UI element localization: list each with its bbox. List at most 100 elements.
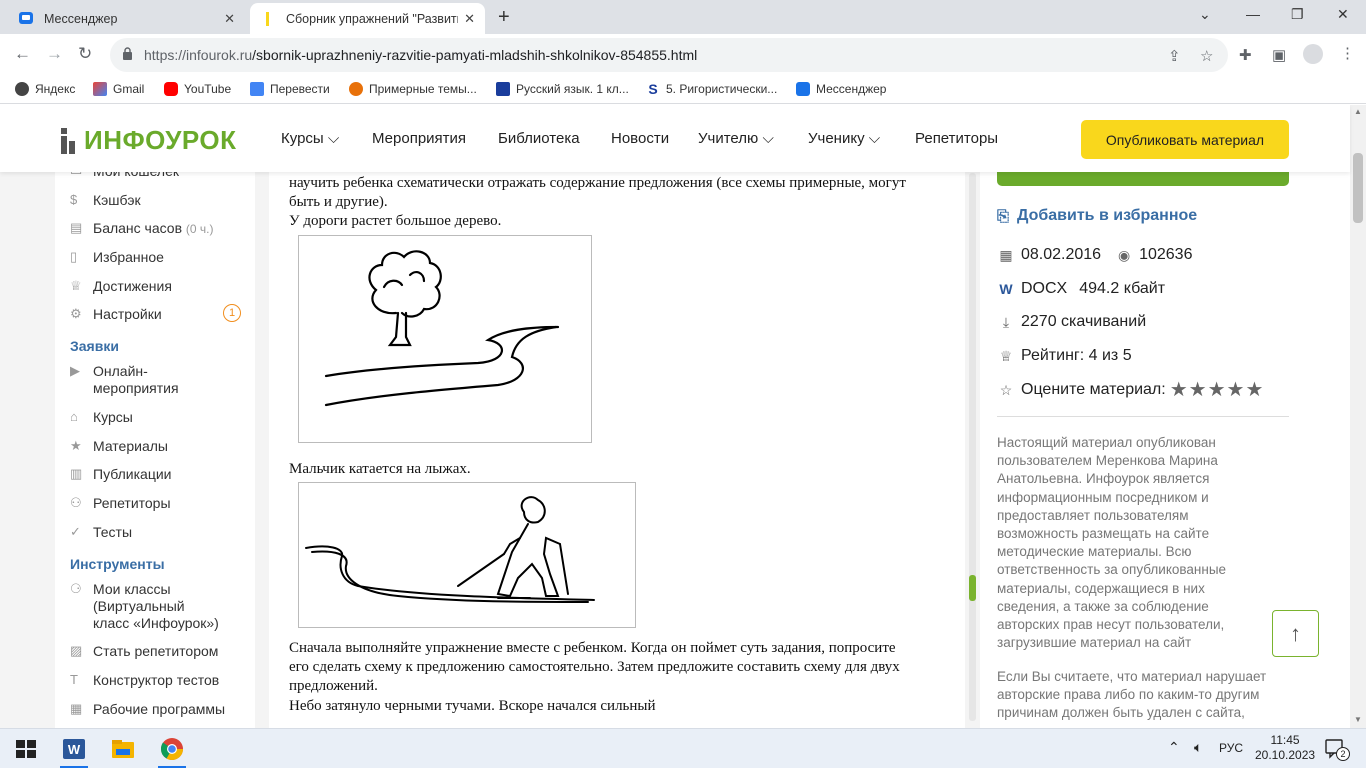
youtube-icon <box>164 82 178 96</box>
menu-tutors[interactable]: Репетиторы <box>915 130 998 147</box>
notifications-icon[interactable]: 2 <box>1324 737 1350 762</box>
menu-student[interactable]: Ученику ⌵ <box>808 130 880 147</box>
extensions-icon[interactable]: ✚ <box>1239 46 1252 64</box>
scroll-down-arrow-icon[interactable]: ▼ <box>1354 715 1362 724</box>
bookmarks-bar: Яндекс Gmail YouTube Перевести Примерные… <box>0 76 1366 104</box>
bookmark-item[interactable]: Яндекс <box>15 82 75 96</box>
tab-infourok[interactable]: Сборник упражнений "Развитие ✕ <box>250 3 485 34</box>
menu-events[interactable]: Мероприятия <box>372 130 466 147</box>
document-scroll-thumb[interactable] <box>969 575 976 601</box>
forward-icon[interactable]: → <box>46 44 63 64</box>
bookmark-label: Gmail <box>113 82 145 96</box>
side-panel-icon[interactable]: ▣ <box>1272 46 1286 64</box>
bookmark-item[interactable]: Примерные темы... <box>349 82 477 96</box>
page-scroll-thumb[interactable] <box>1353 153 1363 223</box>
rating-star-icon[interactable]: ★ <box>1208 380 1226 400</box>
new-tab-icon[interactable]: + <box>498 6 510 29</box>
add-favorite-link[interactable]: ⎘ Добавить в избранное <box>997 207 1197 225</box>
bookmark-item[interactable]: S 5. Ригористически... <box>646 82 777 96</box>
volume-icon[interactable]: 🔈︎ <box>1194 739 1202 756</box>
close-icon[interactable]: ✕ <box>224 11 235 27</box>
rating-star-icon[interactable]: ★ <box>1189 380 1207 400</box>
downloads-count: 2270 скачиваний <box>1021 313 1147 330</box>
sidebar-section-requests: Заявки <box>70 338 119 354</box>
sidebar-section-tools: Инструменты <box>70 556 165 572</box>
bookmark-star-icon[interactable]: ☆ <box>1200 47 1213 65</box>
chevron-down-icon: ⌵ <box>868 130 881 147</box>
rating-star-icon[interactable]: ★ <box>1227 380 1245 400</box>
divider <box>997 416 1289 417</box>
word-icon: W <box>999 281 1013 297</box>
bookmark-item[interactable]: YouTube <box>164 82 231 96</box>
sidebar-item-label: Кэшбэк <box>93 192 141 208</box>
bookmark-item[interactable]: Перевести <box>250 82 330 96</box>
downloads-row: ⤓ 2270 скачиваний <box>997 313 1146 331</box>
restore-icon[interactable]: ❐ <box>1291 6 1304 23</box>
chevron-up-icon[interactable]: ⌃ <box>1168 739 1180 756</box>
browser-tab-bar: Мессенджер ✕ Сборник упражнений "Развити… <box>0 0 1366 34</box>
profile-icon[interactable] <box>1303 44 1323 64</box>
chevron-down-icon: ⌵ <box>762 130 774 147</box>
menu-news[interactable]: Новости <box>611 130 669 147</box>
chevron-down-icon[interactable]: ⌄ <box>1199 6 1211 23</box>
url-field[interactable]: https://infourok.ru/sbornik-uprazhneniy-… <box>110 38 1228 72</box>
window-close-icon[interactable]: ✕ <box>1337 6 1349 23</box>
clock[interactable]: 11:45 20.10.2023 <box>1255 733 1315 763</box>
scroll-to-top-button[interactable]: ↑ <box>1272 610 1319 657</box>
site-logo[interactable]: ИНФОУРОК <box>60 125 237 156</box>
menu-library[interactable]: Библиотека <box>498 130 580 147</box>
clock-date: 20.10.2023 <box>1255 748 1316 762</box>
language-indicator[interactable]: РУС <box>1219 741 1243 755</box>
word-app-icon[interactable]: W <box>61 737 87 761</box>
tab-title: Мессенджер <box>44 11 118 26</box>
rating-row: ♕ Рейтинг: 4 из 5 <box>997 347 1132 365</box>
document-text-line: его сделать схему к предложению самостоя… <box>289 659 900 675</box>
rating-star-icon[interactable]: ★ <box>1170 380 1188 400</box>
file-size: 494.2 кбайт <box>1079 280 1166 297</box>
bookmark-label: Яндекс <box>35 82 76 96</box>
text-icon: T <box>70 672 78 687</box>
document-text-line: Сначала выполняйте упражнение вместе с р… <box>289 640 896 656</box>
windows-start-icon[interactable] <box>13 737 39 761</box>
cashback-icon: $ <box>70 192 78 207</box>
rating-stars: ★ ★ ★ ★ ★ <box>1170 380 1265 400</box>
notification-badge: 1 <box>223 304 241 322</box>
sidebar-item-label: Публикации <box>93 466 172 482</box>
download-button[interactable] <box>997 172 1289 186</box>
document-scrollbar[interactable] <box>969 173 976 721</box>
bookmark-icon: ▯ <box>70 249 78 264</box>
sidebar-item-label: Курсы <box>93 409 133 425</box>
menu-dots-icon[interactable]: ⋮ <box>1340 44 1355 62</box>
bookmark-item[interactable]: Gmail <box>93 82 144 96</box>
yandex-icon <box>15 82 29 96</box>
reload-icon[interactable]: ↻ <box>78 44 92 64</box>
bookmark-item[interactable]: Русский язык. 1 кл... <box>496 82 629 96</box>
lock-icon <box>123 47 132 60</box>
rating-star-icon[interactable]: ★ <box>1245 380 1263 400</box>
site-header: ИНФОУРОК Курсы ⌵ Мероприятия Библиотека … <box>0 105 1350 172</box>
hours-icon: ▤ <box>70 220 83 235</box>
page-scrollbar[interactable]: ▲ ▼ <box>1350 105 1366 728</box>
publish-date: 08.02.2016 <box>1021 246 1102 263</box>
tutor-icon: ▨ <box>70 643 83 658</box>
menu-teacher[interactable]: Учителю ⌵ <box>698 130 774 147</box>
account-sidebar: ▭Мой кошелек $Кэшбэк ▤Баланс часов (0 ч.… <box>55 157 255 728</box>
share-icon[interactable]: ⇪ <box>1168 47 1181 65</box>
close-icon[interactable]: ✕ <box>464 11 475 27</box>
minimize-icon[interactable]: — <box>1246 6 1260 22</box>
document-viewer: научить ребенка схематически отражать со… <box>269 157 965 728</box>
back-icon[interactable]: ← <box>14 44 31 64</box>
tab-messenger[interactable]: Мессенджер ✕ <box>8 3 245 34</box>
disclaimer-text: Настоящий материал опубликован пользоват… <box>997 435 1227 651</box>
format-size-row: W DOCX 494.2 кбайт <box>997 280 1165 298</box>
menu-courses[interactable]: Курсы ⌵ <box>281 130 339 147</box>
infourok-favicon-icon <box>266 11 269 26</box>
s-logo-icon: S <box>646 82 660 96</box>
publish-button[interactable]: Опубликовать материал <box>1081 120 1289 159</box>
sidebar-item-label: Конструктор тестов <box>93 672 220 688</box>
tab-title: Сборник упражнений "Развитие <box>286 11 459 26</box>
bookmark-item[interactable]: Мессенджер <box>796 82 886 96</box>
scroll-up-arrow-icon[interactable]: ▲ <box>1354 107 1362 116</box>
file-explorer-icon[interactable] <box>110 737 136 761</box>
chrome-app-icon[interactable] <box>159 737 185 761</box>
